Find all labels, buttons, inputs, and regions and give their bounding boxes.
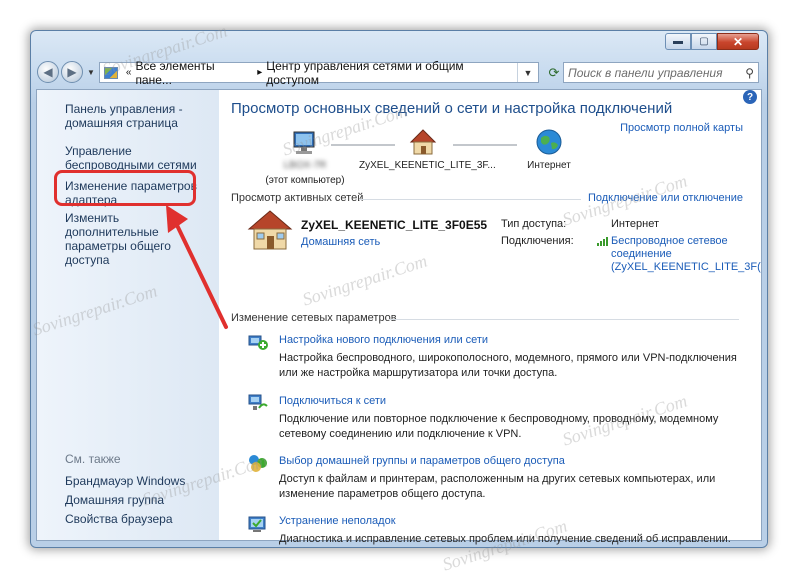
network-type-link[interactable]: Домашняя сеть <box>301 236 380 248</box>
title-controls: ▬ ▢ ✕ <box>665 33 759 50</box>
wireless-connection-link[interactable]: Беспроводное сетевое соединение (ZyXEL_K… <box>611 235 761 274</box>
active-networks-heading: Просмотр активных сетей <box>231 192 364 204</box>
refresh-icon: ⟳ <box>548 64 560 80</box>
page-title: Просмотр основных сведений о сети и наст… <box>231 100 673 117</box>
task-connect-network-link[interactable]: Подключиться к сети <box>279 395 386 407</box>
sidebar-item-home[interactable]: Панель управления - домашняя страница <box>65 102 205 130</box>
access-type-value: Интернет <box>611 218 659 230</box>
arrow-left-icon: ◀ <box>43 65 53 79</box>
full-map-link[interactable]: Просмотр полной карты <box>620 122 743 134</box>
address-bar[interactable]: « Все элементы пане... ▸ Центр управлени… <box>99 59 539 87</box>
section-divider <box>359 199 581 200</box>
new-connection-icon <box>248 335 268 350</box>
task-homegroup-desc: Доступ к файлам и принтерам, расположенн… <box>279 473 716 500</box>
breadcrumb-network-center[interactable]: Центр управления сетями и общим доступом <box>266 59 517 87</box>
sidebar-item-wireless[interactable]: Управление беспроводными сетями <box>65 144 205 172</box>
task-troubleshoot-link[interactable]: Устранение неполадок <box>279 515 396 527</box>
access-type-label: Тип доступа: <box>501 218 567 230</box>
main-panel: ? Просмотр основных сведений о сети и на… <box>231 90 761 545</box>
connections-label: Подключения: <box>501 235 574 247</box>
connection-line-1: Беспроводное сетевое <box>611 235 728 247</box>
history-dropdown-icon[interactable]: ▼ <box>87 68 95 77</box>
internet-label: Интернет <box>527 160 571 171</box>
back-button[interactable]: ◀ <box>37 61 59 83</box>
arrow-right-icon: ▶ <box>67 65 77 79</box>
network-name: ZyXEL_KEENETIC_LITE_3F0E55 <box>301 218 488 232</box>
connect-network-icon <box>248 394 268 410</box>
computer-caption: (этот компьютер) <box>265 175 345 186</box>
forward-button[interactable]: ▶ <box>61 61 83 83</box>
task-new-connection-desc: Настройка беспроводного, широкополосного… <box>279 352 737 379</box>
see-also-heading: См. также <box>65 452 121 466</box>
highlight-arrow-icon <box>166 205 228 329</box>
refresh-button[interactable]: ⟳ <box>543 62 565 83</box>
connection-line-2: соединение <box>611 248 672 260</box>
map-link-line <box>331 144 395 146</box>
internet-globe-icon[interactable] <box>535 128 563 156</box>
address-dropdown-icon[interactable]: ▼ <box>517 63 538 82</box>
breadcrumb-separator-icon[interactable]: ▸ <box>257 67 262 78</box>
wifi-signal-icon <box>597 237 608 246</box>
router-name: ZyXEL_KEENETIC_LITE_3F... <box>359 160 496 171</box>
section-divider <box>389 319 739 320</box>
content-area: Панель управления - домашняя страница Уп… <box>36 89 762 545</box>
task-new-connection-link[interactable]: Настройка нового подключения или сети <box>279 334 488 346</box>
map-link-line <box>453 144 517 146</box>
sidebar-item-browser-props[interactable]: Свойства браузера <box>65 512 173 526</box>
connection-line-3: (ZyXEL_KEENETIC_LITE_3F( <box>611 261 761 273</box>
minimize-button[interactable]: ▬ <box>665 33 691 50</box>
troubleshoot-icon <box>248 516 266 532</box>
search-placeholder: Поиск в панели управления <box>568 65 723 80</box>
search-icon[interactable]: ⚲ <box>745 66 754 80</box>
change-settings-heading: Изменение сетевых параметров <box>231 312 397 324</box>
task-homegroup-link[interactable]: Выбор домашней группы и параметров общег… <box>279 455 565 467</box>
close-button[interactable]: ✕ <box>717 33 759 50</box>
computer-name: LBOX-7R <box>283 160 327 171</box>
maximize-button[interactable]: ▢ <box>691 33 717 50</box>
router-house-icon[interactable] <box>409 128 437 156</box>
highlight-box <box>54 170 196 206</box>
home-network-icon <box>247 210 293 250</box>
search-input[interactable]: Поиск в панели управления ⚲ <box>563 62 759 83</box>
help-icon[interactable]: ? <box>743 90 757 104</box>
